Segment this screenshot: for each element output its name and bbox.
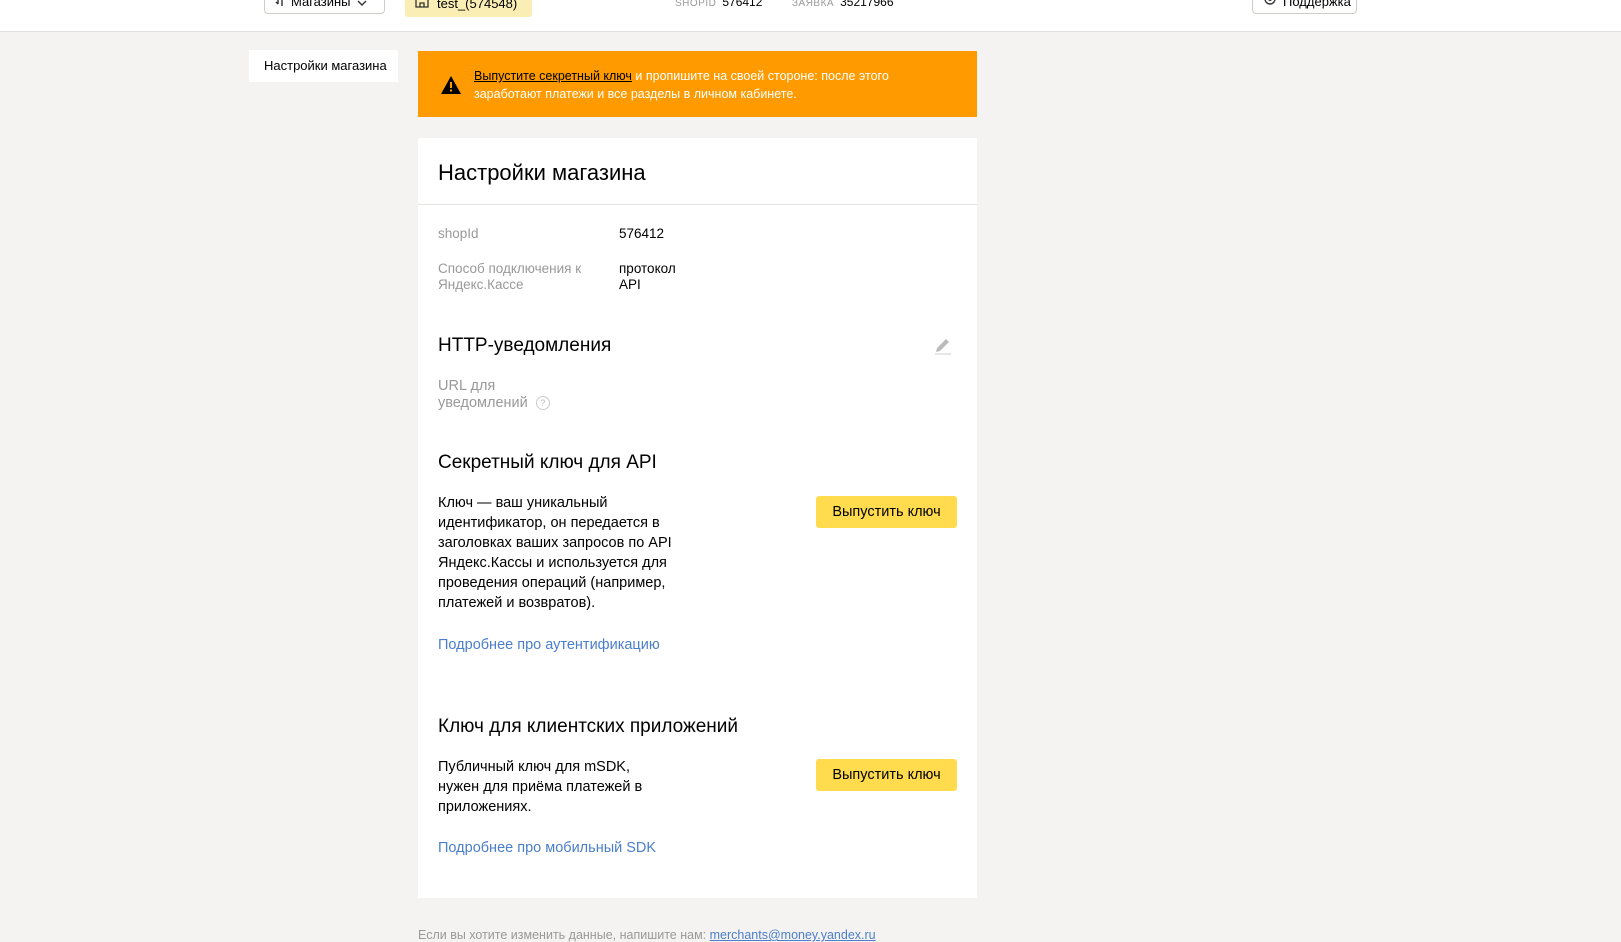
top-header: Магазины test_(574548) shopId 576412 ЗАЯВ… xyxy=(0,0,1621,32)
auth-docs-link[interactable]: Подробнее про аутентификацию xyxy=(438,637,660,653)
header-application-key: ЗАЯВКА xyxy=(792,0,835,9)
settings-card: Настройки магазина shopId 576412 Способ … xyxy=(418,138,977,898)
footer-text: Если вы хотите изменить данные, напишите… xyxy=(418,928,710,942)
current-shop-chip[interactable]: test_(574548) xyxy=(405,0,532,17)
field-value-shopid: 576412 xyxy=(619,226,665,241)
issue-client-key-button[interactable]: Выпустить ключ xyxy=(816,759,957,791)
edit-pencil-icon[interactable] xyxy=(933,336,953,356)
page-title: Настройки магазина xyxy=(438,160,646,185)
secret-key-title: Секретный ключ для API xyxy=(438,452,657,473)
header-application-value: 35217966 xyxy=(840,0,894,9)
nav-item-label: Настройки магазина xyxy=(264,58,387,73)
shops-label: Магазины xyxy=(291,0,351,9)
support-button[interactable]: Поддержка xyxy=(1252,0,1357,14)
issue-secret-key-button[interactable]: Выпустить ключ xyxy=(816,496,957,528)
header-application: ЗАЯВКА 35217966 xyxy=(792,0,894,9)
field-value-connection: протокол API xyxy=(619,261,676,292)
shop-switch-icon xyxy=(275,0,285,13)
url-label-text: URL для уведомлений xyxy=(438,378,528,411)
chevron-down-icon xyxy=(357,0,367,13)
issue-secret-key-link[interactable]: Выпустите секретный ключ xyxy=(474,69,632,83)
footer-note: Если вы хотите изменить данные, напишите… xyxy=(418,928,876,942)
card-header: Настройки магазина xyxy=(418,138,977,205)
field-label-shopid: shopId xyxy=(438,226,479,241)
url-label: URL для уведомлений? xyxy=(438,378,558,412)
shops-dropdown-button[interactable]: Магазины xyxy=(264,0,385,14)
help-icon[interactable]: ? xyxy=(535,396,550,410)
support-icon xyxy=(1263,0,1277,13)
secret-key-description: Ключ — ваш уникальный идентификатор, он … xyxy=(438,495,672,611)
client-key-title: Ключ для клиентских приложений xyxy=(438,716,739,737)
shop-icon xyxy=(415,0,429,17)
support-email-link[interactable]: merchants@money.yandex.ru xyxy=(710,928,876,942)
nav-item-shop-settings[interactable]: Настройки магазина xyxy=(249,50,398,82)
header-shopid-key: shopId xyxy=(675,0,717,9)
shop-chip-label: test_(574548) xyxy=(437,0,518,11)
header-shopid: shopId 576412 xyxy=(675,0,762,9)
client-key-description: Публичный ключ для mSDK, нужен для приём… xyxy=(438,759,643,815)
header-shopid-value: 576412 xyxy=(722,0,763,9)
http-notifications-title: HTTP-уведомления xyxy=(438,335,612,356)
field-label-connection: Способ подключения к Яндекс.Кассе xyxy=(438,261,582,292)
warning-banner: Выпустите секретный ключ и пропишите на … xyxy=(418,51,977,117)
mobile-sdk-docs-link[interactable]: Подробнее про мобильный SDK xyxy=(438,840,656,856)
support-label: Поддержка xyxy=(1283,0,1351,9)
warning-icon xyxy=(440,75,462,95)
